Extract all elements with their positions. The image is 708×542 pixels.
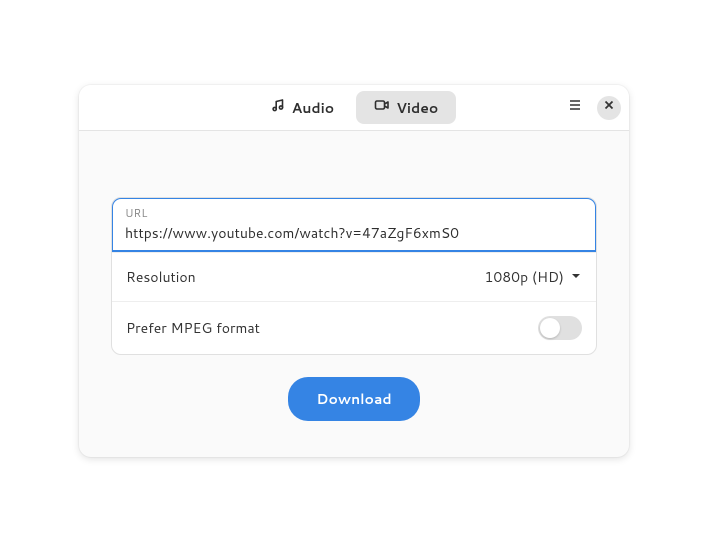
header-controls — [563, 96, 621, 120]
resolution-dropdown[interactable]: 1080p (HD) — [485, 267, 582, 287]
resolution-label: Resolution — [126, 267, 196, 287]
url-field-container[interactable]: URL — [111, 197, 597, 252]
menu-button[interactable] — [563, 96, 587, 120]
tab-audio-label: Audio — [292, 98, 335, 118]
url-input[interactable] — [125, 223, 583, 243]
close-button[interactable] — [597, 96, 621, 120]
settings-card: URL Resolution 1080p (HD) Prefer MPEG fo… — [111, 197, 597, 355]
prefer-mpeg-switch[interactable] — [538, 316, 582, 340]
resolution-value: 1080p (HD) — [485, 267, 564, 287]
close-icon — [601, 96, 617, 119]
video-icon — [374, 97, 390, 118]
hamburger-icon — [567, 96, 583, 119]
download-button[interactable]: Download — [288, 377, 419, 421]
tab-video[interactable]: Video — [356, 91, 456, 124]
music-icon — [270, 97, 286, 118]
tab-switcher: Audio Video — [252, 91, 457, 124]
resolution-row[interactable]: Resolution 1080p (HD) — [112, 252, 596, 301]
app-window: Audio Video — [79, 85, 629, 457]
url-label: URL — [125, 205, 583, 221]
chevron-down-icon — [570, 267, 582, 287]
header-bar: Audio Video — [79, 85, 629, 131]
prefer-mpeg-row[interactable]: Prefer MPEG format — [112, 301, 596, 354]
tab-video-label: Video — [396, 98, 438, 118]
content-area: URL Resolution 1080p (HD) Prefer MPEG fo… — [79, 131, 629, 457]
tab-audio[interactable]: Audio — [252, 91, 353, 124]
prefer-mpeg-label: Prefer MPEG format — [126, 318, 260, 338]
switch-knob — [540, 318, 560, 338]
